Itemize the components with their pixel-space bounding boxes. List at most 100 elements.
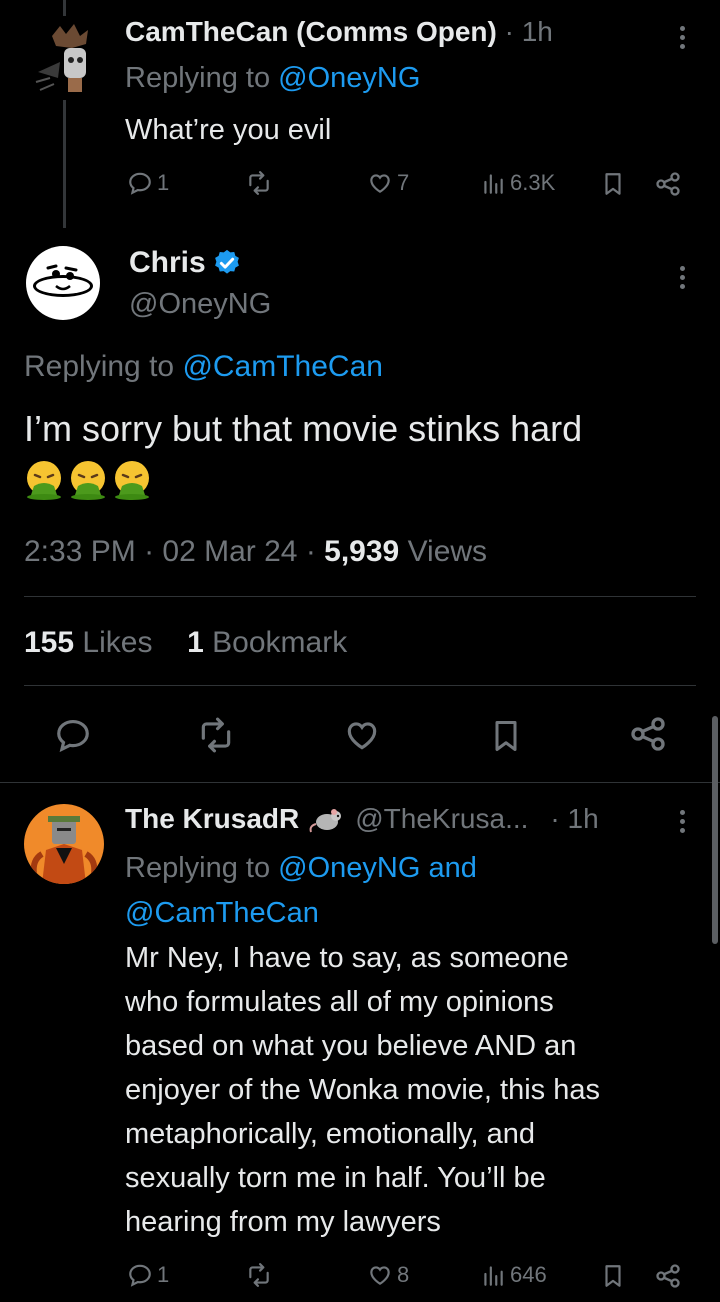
reply1-like-count: 7 bbox=[397, 170, 410, 195]
share-icon bbox=[656, 172, 680, 196]
reply2-views-count: 646 bbox=[510, 1262, 547, 1287]
rat-emoji-icon bbox=[309, 809, 342, 833]
likes-label: Likes bbox=[82, 626, 153, 659]
repost-icon bbox=[249, 1263, 269, 1287]
reply2-replying-to: Replying to @OneyNG and @CamTheCan bbox=[125, 846, 477, 936]
scrollbar[interactable] bbox=[712, 716, 718, 944]
text-line: Mr Ney, I have to say, as someone bbox=[125, 942, 569, 974]
nauseated-face-icon bbox=[24, 460, 64, 500]
replying-to-handle[interactable]: @OneyNG bbox=[278, 62, 420, 94]
emoji-row bbox=[24, 460, 156, 500]
reply-icon bbox=[129, 172, 151, 195]
replying-to-label: Replying to bbox=[125, 852, 279, 884]
reply1-views-button[interactable]: 6.3K bbox=[480, 170, 555, 196]
heart-icon bbox=[347, 722, 377, 750]
heart-icon bbox=[370, 174, 390, 193]
avatar-chris[interactable] bbox=[26, 246, 100, 320]
divider bbox=[24, 596, 696, 597]
main-author-row: Chris bbox=[129, 246, 242, 280]
reply2-text: Mr Ney, I have to say, as someone who fo… bbox=[125, 936, 600, 1244]
reply1-header: CamTheCan (Comms Open) · 1h bbox=[125, 16, 553, 48]
reply1-replying-to: Replying to @OneyNG bbox=[125, 62, 420, 95]
divider bbox=[0, 782, 720, 783]
heart-icon bbox=[370, 1266, 390, 1285]
reply2-repost-button[interactable] bbox=[245, 1262, 273, 1288]
reply1-repost-button[interactable] bbox=[245, 170, 273, 196]
main-tweet-meta: 2:33 PM · 02 Mar 24 · 5,939 Views bbox=[24, 535, 488, 568]
text-line: sexually torn me in half. You’ll be bbox=[125, 1162, 546, 1194]
likes-stat[interactable]: 155 Likes bbox=[24, 626, 152, 659]
engagement-stats: 155 Likes 1 Bookmark bbox=[24, 626, 347, 660]
reply1-reply-button[interactable]: 1 bbox=[127, 170, 169, 196]
reply2-reply-count: 1 bbox=[157, 1262, 170, 1287]
reply2-author-handle[interactable]: @TheKrusa... bbox=[355, 803, 528, 835]
main-author-handle[interactable]: @OneyNG bbox=[129, 288, 271, 321]
nauseated-face-icon bbox=[112, 460, 152, 500]
reply2-share-button[interactable] bbox=[654, 1262, 682, 1290]
reply2-header: The KrusadR @TheKrusa... · 1h bbox=[125, 803, 599, 835]
bookmarks-count: 1 bbox=[187, 626, 204, 659]
replying-to-handle[interactable]: @CamTheCan bbox=[125, 891, 477, 936]
views-icon bbox=[484, 1266, 503, 1286]
main-reply-button[interactable] bbox=[54, 716, 92, 754]
reply1-like-button[interactable]: 7 bbox=[367, 170, 409, 196]
avatar-krusadr[interactable] bbox=[24, 804, 104, 884]
verified-badge-icon[interactable] bbox=[212, 248, 242, 278]
text-line: based on what you believe AND an bbox=[125, 1030, 577, 1062]
reply1-text: What’re you evil bbox=[125, 114, 332, 146]
reply-icon bbox=[57, 719, 89, 753]
main-like-button[interactable] bbox=[342, 716, 382, 754]
replying-to-label: Replying to bbox=[24, 350, 183, 383]
repost-icon bbox=[249, 171, 269, 195]
likes-count: 155 bbox=[24, 626, 75, 659]
reply2-more-icon[interactable] bbox=[680, 810, 686, 837]
main-replying-to: Replying to @CamTheCan bbox=[24, 350, 383, 384]
tweet-time[interactable]: 2:33 PM bbox=[24, 535, 136, 568]
reply2-bookmark-button[interactable] bbox=[600, 1262, 626, 1290]
text-line: hearing from my lawyers bbox=[125, 1206, 441, 1238]
thread-line bbox=[63, 100, 66, 228]
reply1-reply-count: 1 bbox=[157, 170, 170, 195]
nauseated-face-icon bbox=[68, 460, 108, 500]
text-line: enjoyer of the Wonka movie, this has bbox=[125, 1074, 600, 1106]
reply1-bookmark-button[interactable] bbox=[600, 170, 626, 198]
reply2-timestamp[interactable]: · 1h bbox=[550, 803, 598, 835]
main-author-name[interactable]: Chris bbox=[129, 246, 206, 280]
views-count: 5,939 bbox=[324, 535, 400, 568]
repost-icon bbox=[201, 717, 231, 753]
avatar-camthecan[interactable] bbox=[30, 22, 102, 98]
reply2-views-button[interactable]: 646 bbox=[480, 1262, 547, 1288]
reply1-share-button[interactable] bbox=[654, 170, 682, 198]
replying-to-handles[interactable]: @OneyNG and bbox=[278, 852, 477, 884]
main-tweet-text: I’m sorry but that movie stinks hard bbox=[24, 408, 583, 449]
reply2-like-count: 8 bbox=[397, 1262, 410, 1287]
tweet-date[interactable]: 02 Mar 24 bbox=[162, 535, 297, 568]
reply2-reply-button[interactable]: 1 bbox=[127, 1262, 169, 1288]
views-label: Views bbox=[407, 535, 488, 568]
reply1-more-icon[interactable] bbox=[680, 26, 686, 53]
bookmark-icon bbox=[605, 1265, 621, 1287]
text-line: metaphorically, emotionally, and bbox=[125, 1118, 535, 1150]
main-more-icon[interactable] bbox=[680, 266, 686, 293]
reply2-author-name[interactable]: The KrusadR bbox=[125, 803, 299, 835]
views-icon bbox=[484, 174, 503, 194]
divider bbox=[24, 685, 696, 686]
replying-to-handle[interactable]: @CamTheCan bbox=[182, 350, 383, 383]
main-repost-button[interactable] bbox=[196, 716, 236, 754]
thread-line-top bbox=[63, 0, 66, 16]
reply-icon bbox=[129, 1264, 151, 1287]
share-icon bbox=[631, 717, 665, 751]
bookmarks-label: Bookmark bbox=[212, 626, 348, 659]
main-bookmark-button[interactable] bbox=[488, 716, 524, 756]
reply1-views-count: 6.3K bbox=[510, 170, 556, 195]
main-share-button[interactable] bbox=[628, 714, 668, 754]
bookmark-icon bbox=[605, 173, 621, 195]
bookmark-icon bbox=[495, 721, 517, 751]
share-icon bbox=[656, 1264, 680, 1288]
replying-to-label: Replying to bbox=[125, 62, 279, 94]
reply2-like-button[interactable]: 8 bbox=[367, 1262, 409, 1288]
reply1-author-name[interactable]: CamTheCan (Comms Open) bbox=[125, 16, 497, 47]
reply1-timestamp[interactable]: · 1h bbox=[505, 16, 553, 47]
bookmarks-stat[interactable]: 1 Bookmark bbox=[187, 626, 347, 659]
text-line: who formulates all of my opinions bbox=[125, 986, 554, 1018]
